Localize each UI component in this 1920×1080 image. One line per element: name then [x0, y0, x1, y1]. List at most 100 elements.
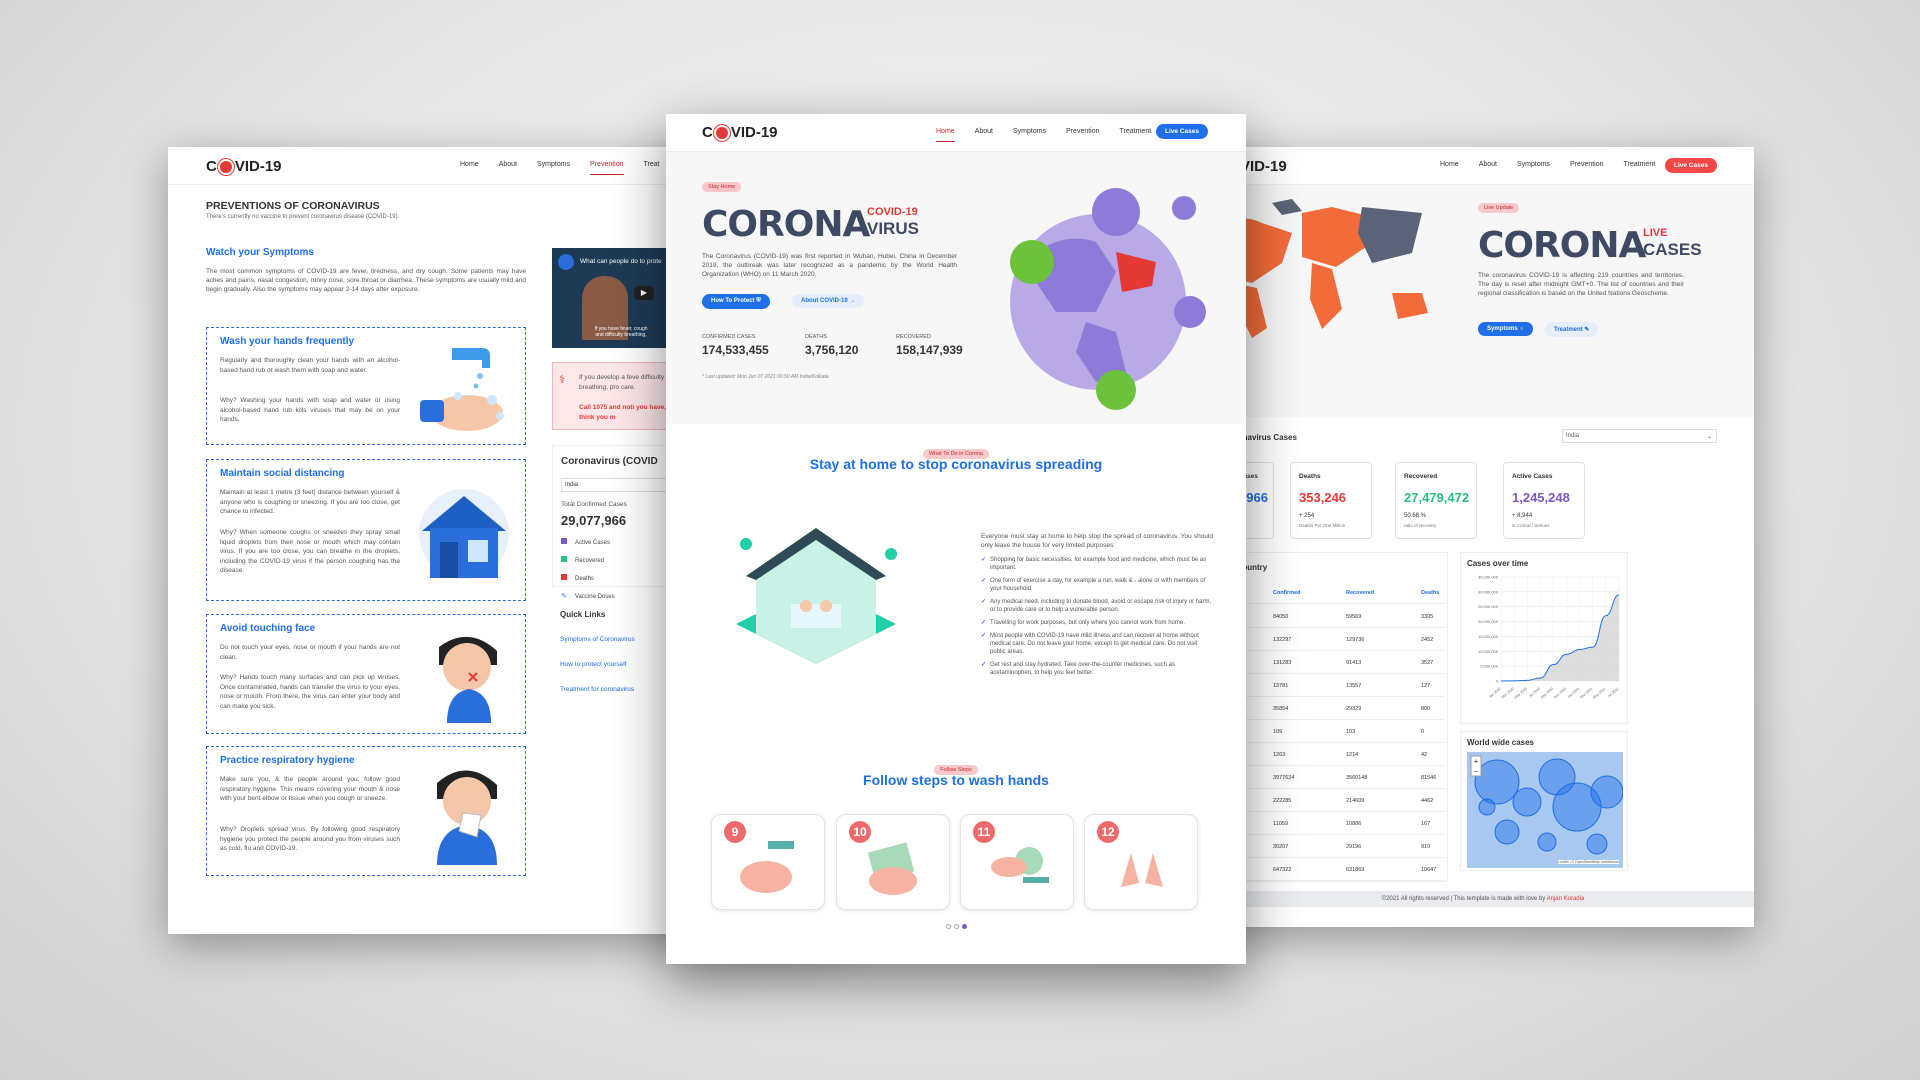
- nav-treatment[interactable]: Treatment: [1120, 128, 1152, 142]
- carousel-dot-active[interactable]: [962, 924, 967, 929]
- carousel-dots: [946, 924, 967, 929]
- stat-card-recovered: Recovered 27,479,472 50.68 % ratio of recov…: [1395, 462, 1477, 539]
- shield-icon: ⛨: [756, 298, 761, 304]
- nav-home[interactable]: Home: [460, 161, 479, 175]
- hero-text: The coronavirus COVID-19 is affecting 21…: [1478, 272, 1684, 297]
- stat-card-active: Active Cases 1,245,248 + 8,944 in Critical …: [1503, 462, 1585, 539]
- y-tick-label: 0: [1496, 679, 1499, 684]
- chart-title: Cases over time: [1467, 559, 1529, 568]
- col-deaths[interactable]: Deaths: [1421, 590, 1439, 596]
- card-text: Maintain at least 1 metre (3 feet) dista…: [220, 489, 400, 515]
- nav-prevention[interactable]: Prevention: [1066, 128, 1099, 142]
- wash-step-card[interactable]: 12: [1084, 814, 1198, 910]
- footer-author-link[interactable]: Anjan Koradia: [1547, 896, 1585, 902]
- quick-link-treatment[interactable]: Treatment for coronavirus: [560, 686, 634, 693]
- col-confirmed[interactable]: Confirmed: [1273, 590, 1301, 596]
- carousel-dot[interactable]: [946, 924, 951, 929]
- button-label: About COVID-19: [801, 298, 848, 304]
- watch-symptoms-title: Watch your Symptoms: [206, 247, 314, 258]
- nav-about[interactable]: About: [975, 128, 993, 142]
- card-why-text: Why? Droplets spread virus. By following…: [220, 826, 400, 852]
- col-recovered[interactable]: Recovered: [1346, 590, 1374, 596]
- quick-link-symptoms[interactable]: Symptoms of Coronavirus: [560, 636, 635, 643]
- left-logo[interactable]: C VID-19: [206, 158, 282, 175]
- cell-confirmed: 109: [1273, 729, 1283, 735]
- stat-unit: in Critical / Serious: [1512, 523, 1550, 528]
- section1-title: Stay at home to stop coronavirus spreadi…: [809, 456, 1103, 472]
- logo-letter: C: [206, 158, 217, 175]
- y-tick-label: 35,000,000: [1478, 575, 1499, 580]
- card-title: Maintain social distancing: [220, 468, 345, 479]
- legend-label: Deaths: [575, 576, 595, 582]
- how-to-protect-button[interactable]: How To Protect ⛨: [702, 294, 770, 309]
- total-value: 29,077,966: [561, 513, 627, 528]
- table-row: a2222852146094462: [1213, 789, 1445, 812]
- stat-recovered: RECOVERED 158,147,939: [896, 334, 963, 357]
- quick-links-title: Quick Links: [560, 610, 606, 619]
- hero-title-cases: CASES: [1643, 240, 1702, 259]
- wash-step-card[interactable]: 9: [711, 814, 825, 910]
- cell-confirmed: 84050: [1273, 614, 1289, 620]
- nav-about[interactable]: About: [1479, 161, 1497, 168]
- pencil-icon: ✎: [1584, 327, 1590, 333]
- card-why-text: Why? Washing your hands with soap and wa…: [220, 397, 400, 423]
- nav-symptoms[interactable]: Symptoms: [1013, 128, 1046, 142]
- nav-prevention[interactable]: Prevention: [590, 161, 624, 175]
- nav-about[interactable]: About: [499, 161, 517, 175]
- carousel-dot[interactable]: [954, 924, 959, 929]
- nav-home[interactable]: Home: [1440, 161, 1459, 168]
- wash-step-card[interactable]: 10: [836, 814, 950, 910]
- live-cases-button[interactable]: Live Cases: [1156, 124, 1208, 139]
- hero-title-virus: VIRUS: [867, 219, 919, 238]
- list-item: One form of exercise a day, for example …: [981, 577, 1213, 593]
- bubble-map[interactable]: + −: [1467, 752, 1623, 868]
- nav-prevention[interactable]: Prevention: [1570, 161, 1603, 168]
- nav-home[interactable]: Home: [936, 128, 955, 142]
- nav-symptoms[interactable]: Symptoms: [537, 161, 570, 175]
- y-tick-label: 20,000,000: [1478, 619, 1499, 624]
- virus-icon: [219, 160, 232, 173]
- hero-title-live: LIVE: [1643, 227, 1668, 239]
- legend-recovered: Recovered: [561, 552, 615, 570]
- quick-link-protect[interactable]: How to protect yourself: [560, 661, 626, 668]
- legend-swatch: [561, 538, 567, 544]
- cell-deaths: 0: [1421, 729, 1425, 735]
- cell-confirmed: 30207: [1273, 844, 1289, 850]
- cell-deaths: 3305: [1421, 614, 1434, 620]
- play-icon[interactable]: ▶: [634, 286, 654, 300]
- list-item: Any medical need, including to donate bl…: [981, 598, 1213, 614]
- treatment-button[interactable]: Treatment ✎: [1545, 322, 1599, 337]
- nav-treatment[interactable]: Treat: [644, 161, 660, 175]
- cell-confirmed: 132297: [1273, 637, 1292, 643]
- about-covid-button[interactable]: About COVID-19 →: [792, 294, 865, 308]
- card-title: Wash your hands frequently: [220, 336, 355, 347]
- nav-treatment[interactable]: Treatment: [1624, 161, 1656, 168]
- wash-step-card[interactable]: 11: [960, 814, 1074, 910]
- country-select[interactable]: India ⌄: [1562, 429, 1717, 443]
- y-tick-label: 25,000,000: [1478, 604, 1499, 609]
- right-logo[interactable]: VID-19: [1240, 158, 1287, 175]
- x-tick-label: Nov 2020: [1553, 687, 1567, 700]
- button-label: How To Protect: [711, 298, 755, 304]
- x-tick-label: Mar 2020: [1501, 687, 1515, 700]
- zoom-in-icon[interactable]: +: [1474, 757, 1479, 766]
- symptoms-button[interactable]: Symptoms ♁: [1478, 322, 1533, 336]
- hero-text: The Coronavirus (COVID-19) was first rep…: [702, 253, 957, 278]
- nav-symptoms[interactable]: Symptoms: [1517, 161, 1550, 168]
- logo-text: VID-19: [234, 158, 282, 175]
- cell-recovered: 631869: [1346, 867, 1365, 873]
- stat-deaths: DEATHS 3,756,120: [805, 334, 858, 357]
- stay-home-pill: Stay Home: [702, 182, 742, 192]
- card-text: Do not touch your eyes, nose or mouth if…: [220, 644, 400, 661]
- live-cases-button[interactable]: Live Cases: [1665, 158, 1717, 173]
- syringe-icon: ✎: [561, 593, 567, 600]
- table-row: 132297 129736 2452: [1213, 628, 1445, 651]
- total-label: Total Confirmed Cases: [561, 501, 627, 508]
- table-row: s and1263121442: [1213, 743, 1445, 766]
- stat-value: 3,756,120: [805, 343, 859, 357]
- cell-confirmed: 3977634: [1273, 775, 1295, 781]
- table-header: Confirmed Recovered Deaths: [1213, 581, 1445, 604]
- center-logo[interactable]: C VID-19: [702, 124, 778, 141]
- zoom-out-icon[interactable]: −: [1474, 767, 1479, 776]
- cell-deaths: 167: [1421, 821, 1431, 827]
